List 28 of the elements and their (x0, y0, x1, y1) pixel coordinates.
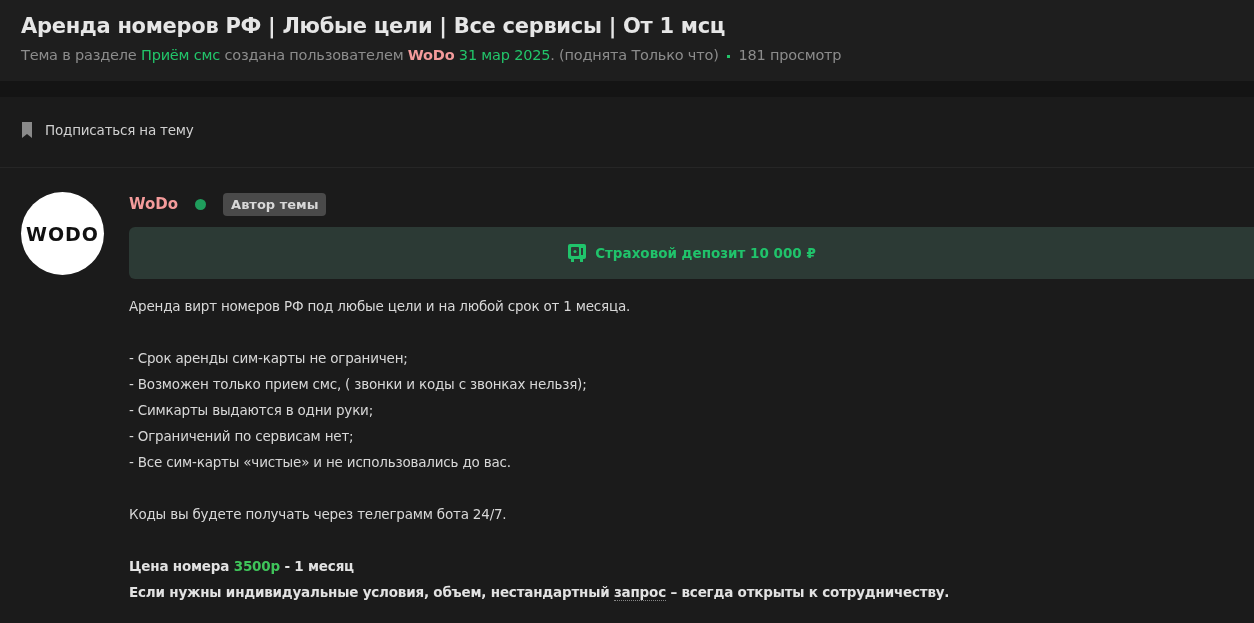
body-text: Коды вы будете получать через телеграмм бота 24/7. (129, 506, 507, 522)
meta-text: Тема в разделе (21, 47, 137, 63)
author-link[interactable]: WoDo (407, 47, 455, 63)
body-text: - Симкарты выдаются в одни руки; (129, 402, 373, 418)
body-text: Аренда вирт номеров РФ под любые цели и на любой срок от 1 месяца. (129, 298, 631, 314)
body-text: - Ограничений по сервисам нет; (129, 428, 354, 444)
body-text: - Все сим-карты «чистые» и не использовались до вас. (129, 454, 511, 470)
meta-text: . (поднята Только что) (550, 47, 719, 63)
price-text: 3500р (233, 558, 280, 574)
body-text: - Срок аренды сим-карты не ограничен; (129, 350, 408, 366)
thread-title: Аренда номеров РФ | Любые цели | Все сервисы | От 1 мсц (21, 14, 727, 38)
author-badge: Автор темы (223, 192, 327, 216)
author-name[interactable]: WoDo (129, 195, 179, 213)
deposit-text: Страховой депозит 10 000 ₽ (595, 245, 816, 261)
bookmark-icon (21, 122, 33, 138)
term-link[interactable]: запрос (613, 584, 666, 601)
body-text: - 1 месяц (284, 558, 354, 574)
body-text: - Возможен только прием смс, ( звонки и коды с звонках нельзя); (129, 376, 587, 392)
body-text: Если нужны индивидуальные условия, объем, нестандартный (129, 584, 610, 600)
meta-text: 181 просмотр (738, 47, 842, 63)
body-text: Цена номера (129, 558, 230, 574)
subscribe-button[interactable]: Подписаться на тему (21, 122, 194, 138)
avatar-logo[interactable]: WODO (21, 192, 104, 275)
meta-link[interactable]: 31 мар 2025 (458, 47, 551, 63)
body-text: – всегда открыты к сотрудничеству. (670, 584, 950, 600)
meta-text: создана пользователем (224, 47, 404, 63)
safe-icon (567, 243, 588, 263)
meta-link[interactable]: Приём смс (140, 47, 221, 63)
